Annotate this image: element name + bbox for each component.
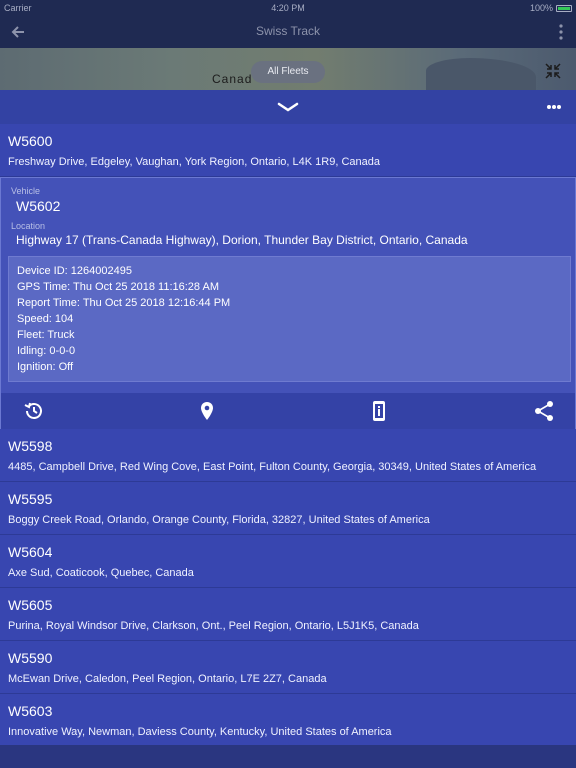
fleet-filter-button[interactable]: All Fleets [251, 61, 325, 83]
history-icon[interactable] [23, 400, 45, 422]
vehicle-row[interactable]: W5603 Innovative Way, Newman, Daviess Co… [0, 694, 576, 747]
battery-status: 100% [530, 3, 572, 13]
map-water [426, 58, 536, 90]
share-icon[interactable] [533, 400, 555, 422]
vehicle-row[interactable]: W5604 Axe Sud, Coaticook, Quebec, Canada [0, 535, 576, 588]
vehicle-address: Innovative Way, Newman, Daviess County, … [8, 726, 392, 738]
sheet-header [0, 90, 576, 124]
navigation-bar: Swiss Track [0, 16, 576, 48]
location-pin-icon[interactable] [196, 400, 218, 422]
vehicle-name: W5595 [8, 491, 53, 507]
vehicle-list: W5600 Freshway Drive, Edgeley, Vaughan, … [0, 124, 576, 747]
device-details-panel: Device ID: 1264002495 GPS Time: Thu Oct … [8, 256, 571, 382]
chevron-down-icon[interactable] [276, 102, 300, 112]
battery-icon [556, 4, 572, 12]
list-footer [0, 745, 576, 768]
vehicle-address: Purina, Royal Windsor Drive, Clarkson, O… [8, 620, 419, 632]
vehicle-address: Freshway Drive, Edgeley, Vaughan, York R… [8, 156, 380, 168]
horizontal-dots-icon[interactable] [546, 104, 562, 110]
vehicle-name: W5600 [8, 133, 53, 149]
vehicle-actions-bar [1, 393, 575, 429]
fleet: Fleet: Truck [17, 329, 75, 341]
report-time: Report Time: Thu Oct 25 2018 12:16:44 PM [17, 297, 231, 309]
device-id: Device ID: 1264002495 [17, 265, 132, 277]
selected-vehicle-name: W5602 [16, 198, 61, 214]
vehicle-row[interactable]: W5605 Purina, Royal Windsor Drive, Clark… [0, 588, 576, 641]
location-label: Location [11, 221, 46, 231]
device-info-icon[interactable] [368, 400, 390, 422]
ignition: Ignition: Off [17, 361, 74, 373]
vehicle-row[interactable]: W5590 McEwan Drive, Caledon, Peel Region… [0, 641, 576, 694]
vehicle-address: Axe Sud, Coaticook, Quebec, Canada [8, 567, 194, 579]
gps-time: GPS Time: Thu Oct 25 2018 11:16:28 AM [17, 281, 219, 293]
idling: Idling: 0-0-0 [17, 345, 76, 357]
map-country-label: Canad [212, 72, 253, 86]
vehicle-address: Boggy Creek Road, Orlando, Orange County… [8, 514, 430, 526]
speed: Speed: 104 [17, 313, 74, 325]
vehicle-row[interactable]: W5600 Freshway Drive, Edgeley, Vaughan, … [0, 124, 576, 177]
vehicle-row[interactable]: W5595 Boggy Creek Road, Orlando, Orange … [0, 482, 576, 535]
clock: 4:20 PM [271, 3, 305, 13]
vehicle-name: W5598 [8, 438, 53, 454]
battery-percent: 100% [529, 3, 553, 13]
selected-vehicle-card: Vehicle W5602 Location Highway 17 (Trans… [0, 177, 576, 429]
vehicle-name: W5605 [8, 597, 53, 613]
status-bar: Carrier 4:20 PM 100% [0, 0, 576, 16]
collapse-arrows-icon[interactable] [544, 62, 562, 80]
vehicle-row[interactable]: W5598 4485, Campbell Drive, Red Wing Cov… [0, 429, 576, 482]
vehicle-address: McEwan Drive, Caledon, Peel Region, Onta… [8, 673, 327, 685]
selected-location: Highway 17 (Trans-Canada Highway), Dorio… [16, 233, 468, 247]
map-view[interactable]: Canad All Fleets [0, 48, 576, 90]
vertical-dots-icon[interactable] [558, 23, 564, 41]
vehicle-address: 4485, Campbell Drive, Red Wing Cove, Eas… [8, 461, 537, 473]
page-title: Swiss Track [255, 24, 320, 38]
vehicle-name: W5604 [8, 544, 53, 560]
vehicle-name: W5590 [8, 650, 53, 666]
vehicle-name: W5603 [8, 703, 53, 719]
vehicle-label: Vehicle [11, 186, 41, 196]
